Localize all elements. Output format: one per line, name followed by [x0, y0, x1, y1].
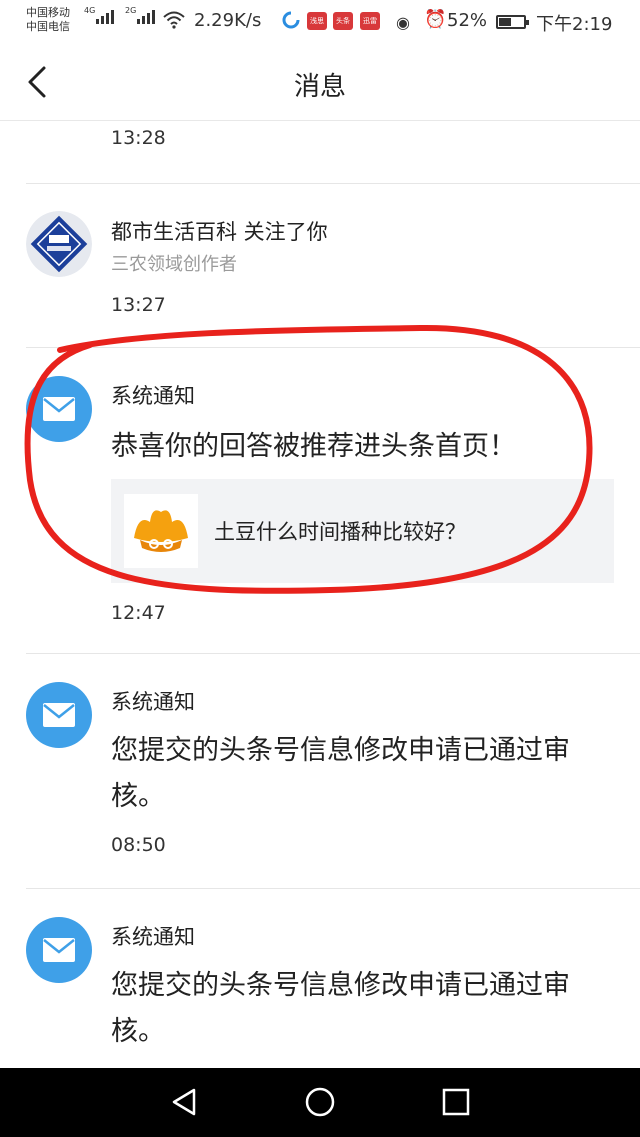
carrier-2: 中国电信 [26, 20, 70, 33]
triangle-back-icon[interactable] [168, 1086, 200, 1118]
message-time: 13:27 [111, 294, 166, 316]
mail-icon [26, 917, 92, 983]
sender-name: 系统通知 [111, 384, 195, 408]
page-title: 消息 [293, 72, 346, 102]
carrier-1: 中国移动 [26, 6, 70, 19]
mail-icon [26, 682, 92, 748]
message-time: 13:28 [111, 127, 166, 149]
message-time: 08:50 [111, 834, 166, 856]
wifi-icon [163, 11, 185, 29]
article-card[interactable]: 土豆什么时间播种比较好？ [111, 479, 614, 583]
article-thumbnail [124, 494, 198, 568]
mail-icon [26, 376, 92, 442]
eye-icon: ◉ [396, 13, 410, 32]
status-bar: 中国移动 中国电信 4G 2G 2.29K/s 浅思 道客 头条 迅雷 安卓 ◉… [0, 0, 640, 44]
signal-2-icon: 2G [125, 6, 155, 24]
article-title: 土豆什么时间播种比较好？ [214, 520, 466, 544]
sender-subtitle: 三农领域创作者 [111, 254, 237, 275]
message-text: 您提交的头条号信息修改申请已通过审核。 [111, 735, 570, 812]
message-text: 恭喜你的回答被推荐进头条首页！ [111, 431, 516, 462]
sender-name: 系统通知 [111, 925, 195, 949]
square-recents-icon[interactable] [440, 1086, 472, 1118]
message-text: 您提交的头条号信息修改申请已通过审核。 [111, 970, 570, 1047]
circle-home-icon[interactable] [304, 1086, 336, 1118]
message-list: 13:28 都市生活百科 关注了你 三农领域创作者 13:27 系统通知 恭喜你… [0, 121, 640, 1109]
system-nav-bar [0, 1068, 640, 1137]
battery-percent: 52% [447, 10, 488, 31]
list-item[interactable]: 系统通知 恭喜你的回答被推荐进头条首页！ 土豆什么时间播种比较好？ 12:47 [26, 348, 640, 654]
account-avatar[interactable] [26, 211, 92, 277]
clock: 下午2:19 [536, 14, 613, 35]
battery-icon [496, 15, 529, 29]
app-icon-1: 浅思 道客 [307, 12, 327, 43]
app-icon-toutiao: 头条 [333, 12, 353, 30]
list-item[interactable]: 都市生活百科 关注了你 三农领域创作者 13:27 [26, 184, 640, 348]
sender-name: 系统通知 [111, 690, 195, 714]
sender-name: 都市生活百科 关注了你 [111, 220, 328, 244]
network-speed: 2.29K/s [194, 10, 262, 31]
app-notification-icon [282, 11, 300, 29]
message-time: 12:47 [111, 602, 166, 624]
app-icon-3: 迅雷 安卓 [360, 12, 380, 43]
alarm-icon: ⏰ [424, 9, 447, 30]
list-item[interactable]: 13:28 [26, 121, 640, 184]
list-item[interactable]: 系统通知 您提交的头条号信息修改申请已通过审核。 08:50 [26, 654, 640, 889]
signal-1-icon: 4G [84, 6, 114, 24]
nav-bar: 消息 [0, 44, 640, 121]
carrier-labels: 中国移动 中国电信 [26, 6, 70, 34]
